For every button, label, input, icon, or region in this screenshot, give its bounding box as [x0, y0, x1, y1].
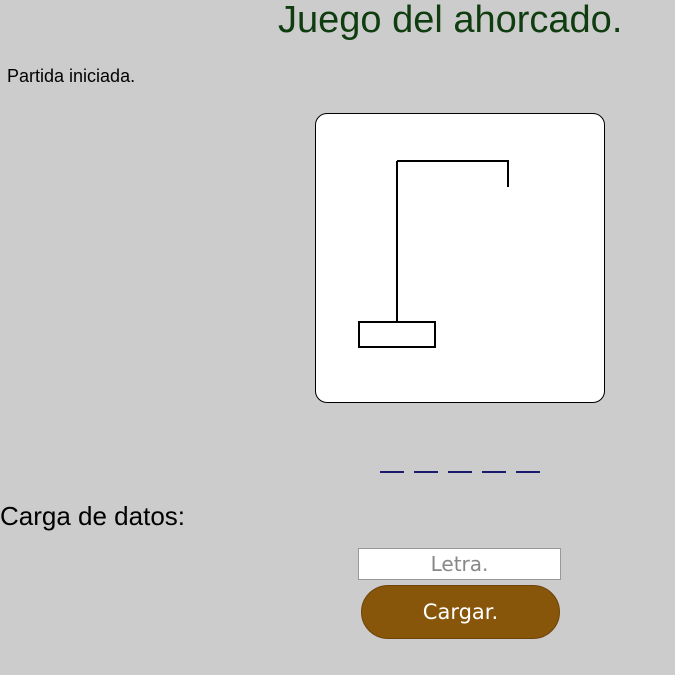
- gallows-drawing: [358, 160, 509, 348]
- word-letter-slot: [380, 443, 404, 473]
- hangman-board: [315, 113, 605, 403]
- submit-letter-button[interactable]: Cargar.: [361, 585, 560, 639]
- data-entry-label: Carga de datos:: [0, 501, 186, 531]
- letter-input[interactable]: [358, 548, 561, 580]
- game-status: Partida iniciada.: [7, 66, 136, 86]
- word-letter-slot: [448, 443, 472, 473]
- hidden-word: [380, 443, 540, 473]
- word-letter-slot: [516, 443, 540, 473]
- gallows-base: [358, 321, 436, 348]
- word-letter-slot: [414, 443, 438, 473]
- hangman-page: Juego del ahorcado. Partida iniciada. Ca…: [0, 0, 675, 675]
- word-letter-slot: [482, 443, 506, 473]
- page-title: Juego del ahorcado.: [278, 0, 623, 41]
